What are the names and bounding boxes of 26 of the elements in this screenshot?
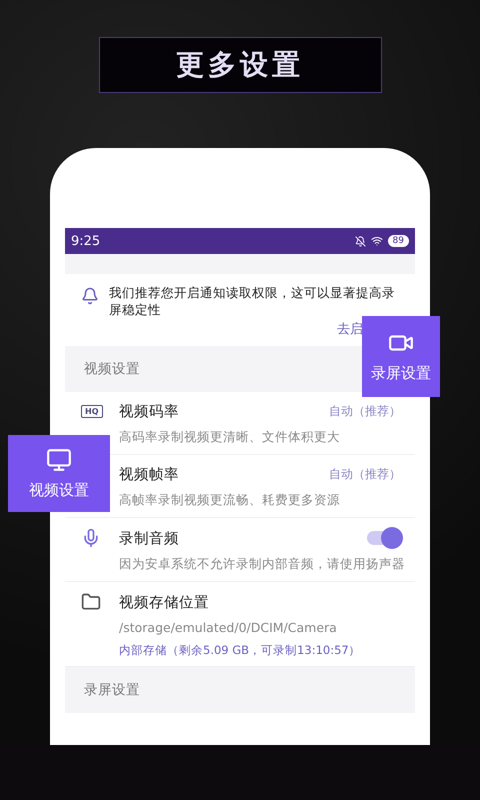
page-headline: 更多设置 <box>98 37 382 93</box>
section-header: 视频设置 <box>84 360 140 378</box>
setting-description: 高码率录制视频更清晰、文件体积更大 <box>119 429 341 446</box>
setting-title: 录制音频 <box>119 530 180 548</box>
settings-row[interactable]: 视频存储位置 /storage/emulated/0/DCIM/Camera 内部存储（剩余5.09 GB，可录制13:10:57） <box>65 582 415 667</box>
setting-title: 视频存储位置 <box>119 594 210 612</box>
notice-text: 我们推荐您开启通知读取权限，这可以显著提高录屏稳定性 <box>109 284 396 318</box>
status-time: 9:25 <box>71 234 100 248</box>
setting-title: 视频码率 <box>119 402 180 421</box>
monitor-icon <box>46 447 72 473</box>
setting-title: 视频帧率 <box>119 466 180 484</box>
setting-description: 高帧率录制视频更流畅、耗费更多资源 <box>119 492 341 509</box>
battery-level: 89 <box>388 235 409 247</box>
setting-value: 自动（推荐） <box>329 466 401 483</box>
settings-row[interactable]: 录制音频 因为安卓系统不允许录制内部音频，请使用扬声器 <box>65 518 415 582</box>
hq-icon: HQ <box>81 405 102 418</box>
storage-info: 内部存储（剩余5.09 GB，可录制13:10:57） <box>119 643 362 658</box>
bell-icon <box>81 287 99 305</box>
section-header: 录屏设置 <box>84 681 140 699</box>
folder-icon <box>81 592 101 612</box>
storage-path: /storage/emulated/0/DCIM/Camera <box>119 620 338 635</box>
enable-link[interactable]: 去启 <box>337 320 363 338</box>
mute-icon <box>354 236 366 246</box>
settings-row[interactable]: HQ 视频码率 自动（推荐） 高码率录制视频更清晰、文件体积更大 <box>65 392 415 455</box>
setting-value: 自动（推荐） <box>329 403 401 420</box>
callout-label: 录屏设置 <box>371 364 431 383</box>
